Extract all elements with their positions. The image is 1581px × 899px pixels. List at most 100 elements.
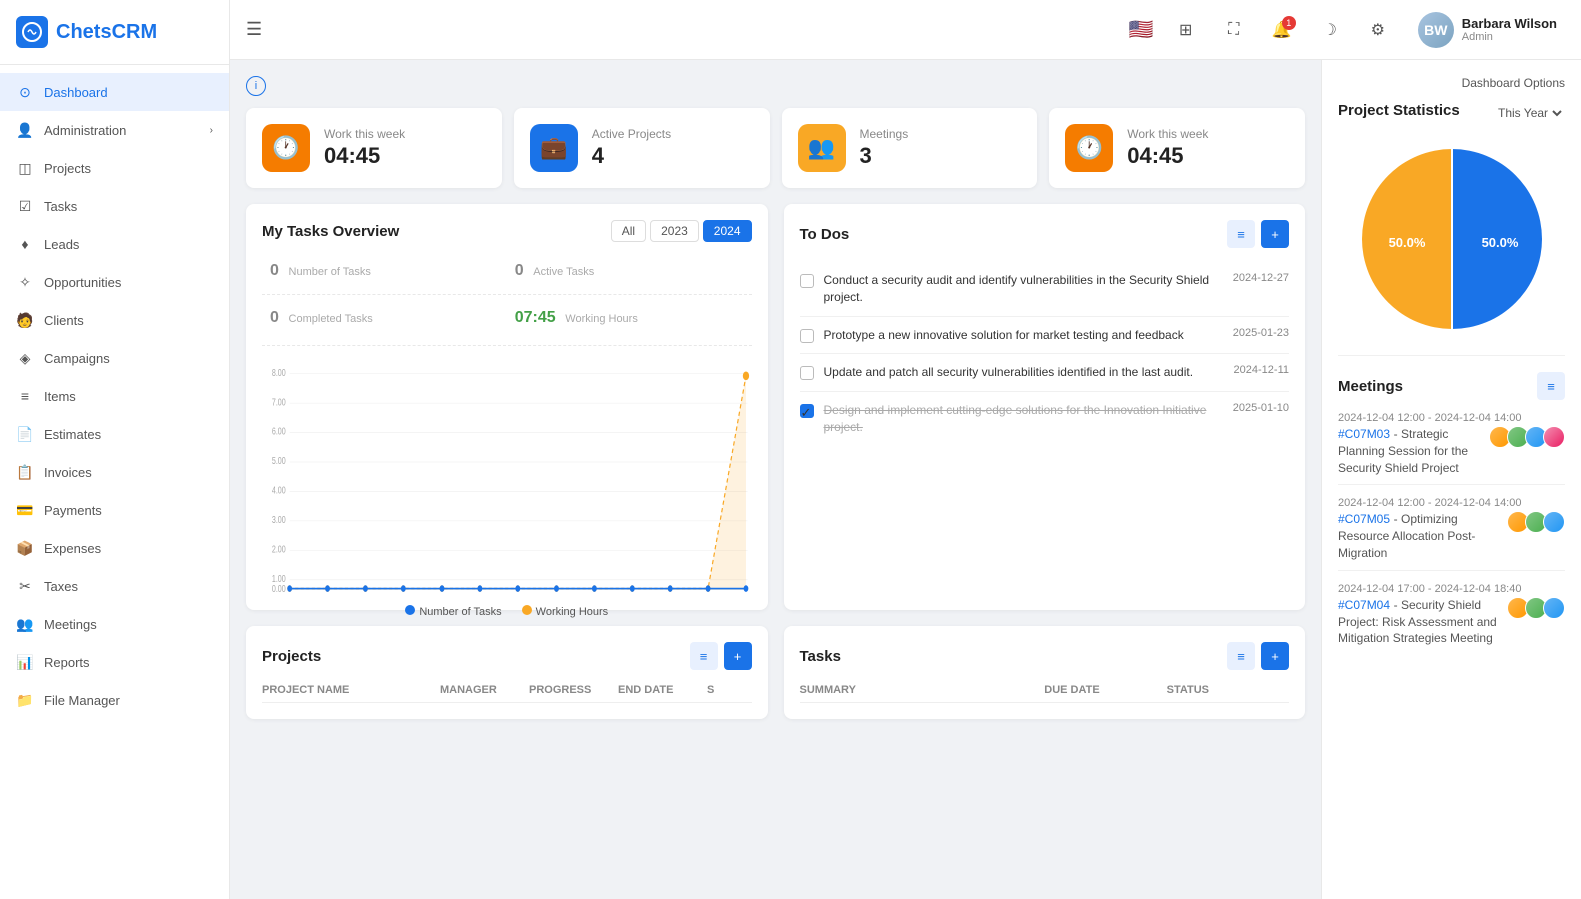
- reports-icon: 📊: [16, 653, 34, 671]
- todo-date: 2025-01-10: [1233, 402, 1289, 414]
- menu-button[interactable]: ☰: [246, 19, 262, 40]
- todos-title: To Dos: [800, 226, 850, 243]
- filter-btn-2024[interactable]: 2024: [703, 220, 752, 242]
- meeting-divider: [1338, 484, 1565, 485]
- working-hours-stat: 07:45 Working Hours: [507, 303, 752, 333]
- active-projects-icon: 💼: [530, 124, 578, 172]
- divider-1: [1338, 355, 1565, 356]
- stats-row-2: 0 Completed Tasks 07:45 Working Hours: [262, 303, 752, 346]
- avatar-image: BW: [1418, 12, 1454, 48]
- working-hours-label: Working Hours: [565, 313, 638, 325]
- filter-buttons: All20232024: [611, 220, 752, 242]
- sidebar-item-file-manager[interactable]: 📁 File Manager: [0, 681, 229, 719]
- meetings-header: Meetings ≡: [1338, 372, 1565, 400]
- meeting-code[interactable]: #C07M03: [1338, 427, 1390, 441]
- projects-list-button[interactable]: ≡: [690, 642, 718, 670]
- meeting-avatars: [1507, 597, 1565, 619]
- col-task-status: Status: [1167, 684, 1289, 696]
- meetings-info: Meetings 3: [860, 127, 909, 169]
- meetings-icon: 👥: [798, 124, 846, 172]
- sidebar-item-campaigns[interactable]: ◈ Campaigns: [0, 339, 229, 377]
- language-flag[interactable]: 🇺🇸: [1129, 17, 1154, 42]
- meeting-row: #C07M04 - Security Shield Project: Risk …: [1338, 597, 1565, 647]
- sidebar-item-meetings[interactable]: 👥 Meetings: [0, 605, 229, 643]
- sidebar-item-estimates[interactable]: 📄 Estimates: [0, 415, 229, 453]
- todo-checkbox[interactable]: [800, 366, 814, 380]
- projects-add-button[interactable]: +: [724, 642, 752, 670]
- todo-checkbox[interactable]: [800, 329, 814, 343]
- fullscreen-button[interactable]: ⛶: [1218, 14, 1250, 46]
- projects-title: Projects: [262, 648, 321, 665]
- invoices-icon: 📋: [16, 463, 34, 481]
- sidebar-item-label-payments: Payments: [44, 503, 102, 518]
- project-stats-title: Project Statistics: [1338, 102, 1460, 119]
- sidebar-item-dashboard[interactable]: ⊙ Dashboard: [0, 73, 229, 111]
- sidebar-item-invoices[interactable]: 📋 Invoices: [0, 453, 229, 491]
- sidebar-item-administration[interactable]: 👤 Administration ›: [0, 111, 229, 149]
- tasks-header: Tasks ≡ +: [800, 642, 1290, 670]
- tasks-overview-header: My Tasks Overview All20232024: [262, 220, 752, 242]
- meeting-content: #C07M03 - Strategic Planning Session for…: [1338, 426, 1481, 476]
- meeting-time: 2024-12-04 17:00 - 2024-12-04 18:40: [1338, 583, 1565, 595]
- campaigns-icon: ◈: [16, 349, 34, 367]
- sidebar-item-reports[interactable]: 📊 Reports: [0, 643, 229, 681]
- period-select[interactable]: This Year Last Year: [1494, 105, 1565, 121]
- tasks-list-button[interactable]: ≡: [1227, 642, 1255, 670]
- filter-btn-2023[interactable]: 2023: [650, 220, 699, 242]
- nav: ⊙ Dashboard 👤 Administration › ◫ Project…: [0, 65, 229, 727]
- completed-tasks-value: 0: [270, 309, 279, 326]
- meeting-avatars: [1507, 511, 1565, 533]
- sidebar-item-expenses[interactable]: 📦 Expenses: [0, 529, 229, 567]
- info-icon[interactable]: i: [246, 76, 266, 96]
- todo-checkbox[interactable]: [800, 274, 814, 288]
- meeting-code[interactable]: #C07M05: [1338, 512, 1390, 526]
- sidebar-item-projects[interactable]: ◫ Projects: [0, 149, 229, 187]
- todo-date: 2024-12-27: [1233, 272, 1289, 284]
- logo-text: ChetsCRM: [56, 21, 157, 44]
- sidebar-item-clients[interactable]: 🧑 Clients: [0, 301, 229, 339]
- work-week-1-icon: 🕐: [262, 124, 310, 172]
- todo-item: Prototype a new innovative solution for …: [800, 317, 1290, 355]
- meeting-code[interactable]: #C07M04: [1338, 598, 1390, 612]
- meetings-list-button[interactable]: ≡: [1537, 372, 1565, 400]
- svg-text:50.0%: 50.0%: [1481, 235, 1518, 250]
- svg-text:3.00: 3.00: [272, 514, 286, 525]
- settings-button[interactable]: ⚙: [1362, 14, 1394, 46]
- sidebar-item-opportunities[interactable]: ✧ Opportunities: [0, 263, 229, 301]
- sidebar-item-payments[interactable]: 💳 Payments: [0, 491, 229, 529]
- bottom-row: Projects ≡ + Project Name Manager Progre…: [246, 626, 1305, 719]
- tasks-icon: ☑: [16, 197, 34, 215]
- sidebar-item-items[interactable]: ≡ Items: [0, 377, 229, 415]
- num-tasks-label: Number of Tasks: [289, 266, 371, 278]
- projects-icon: ◫: [16, 159, 34, 177]
- administration-icon: 👤: [16, 121, 34, 139]
- todos-list-button[interactable]: ≡: [1227, 220, 1255, 248]
- todos-add-button[interactable]: +: [1261, 220, 1289, 248]
- projects-card: Projects ≡ + Project Name Manager Progre…: [246, 626, 768, 719]
- grid-icon-button[interactable]: ⊞: [1170, 14, 1202, 46]
- tasks-add-button[interactable]: +: [1261, 642, 1289, 670]
- sidebar-item-label-leads: Leads: [44, 237, 79, 252]
- meeting-item: 2024-12-04 12:00 - 2024-12-04 14:00 #C07…: [1338, 497, 1565, 570]
- expenses-icon: 📦: [16, 539, 34, 557]
- svg-text:7.00: 7.00: [272, 396, 286, 407]
- sidebar-item-taxes[interactable]: ✂ Taxes: [0, 567, 229, 605]
- user-profile[interactable]: BW Barbara Wilson Admin: [1410, 8, 1565, 52]
- sidebar-item-tasks[interactable]: ☑ Tasks: [0, 187, 229, 225]
- chevron-icon: ›: [210, 125, 213, 136]
- dashboard-options-label[interactable]: Dashboard Options: [1338, 76, 1565, 90]
- theme-toggle-button[interactable]: ☽: [1314, 14, 1346, 46]
- working-hours-value: 07:45: [515, 309, 556, 326]
- tasks-table-header: Summary Due Date Status: [800, 684, 1290, 703]
- sidebar-item-leads[interactable]: ♦ Leads: [0, 225, 229, 263]
- user-name: Barbara Wilson: [1462, 16, 1557, 31]
- logo[interactable]: ChetsCRM: [0, 0, 229, 65]
- meetings-icon: 👥: [16, 615, 34, 633]
- todo-item: ✓ Design and implement cutting-edge solu…: [800, 392, 1290, 446]
- col-project-name: Project Name: [262, 684, 440, 696]
- col-summary: Summary: [800, 684, 1045, 696]
- todo-checkbox[interactable]: ✓: [800, 404, 814, 418]
- notification-button[interactable]: 🔔 1: [1266, 14, 1298, 46]
- pie-chart-container: 50.0% 50.0%: [1338, 139, 1565, 339]
- filter-btn-all[interactable]: All: [611, 220, 646, 242]
